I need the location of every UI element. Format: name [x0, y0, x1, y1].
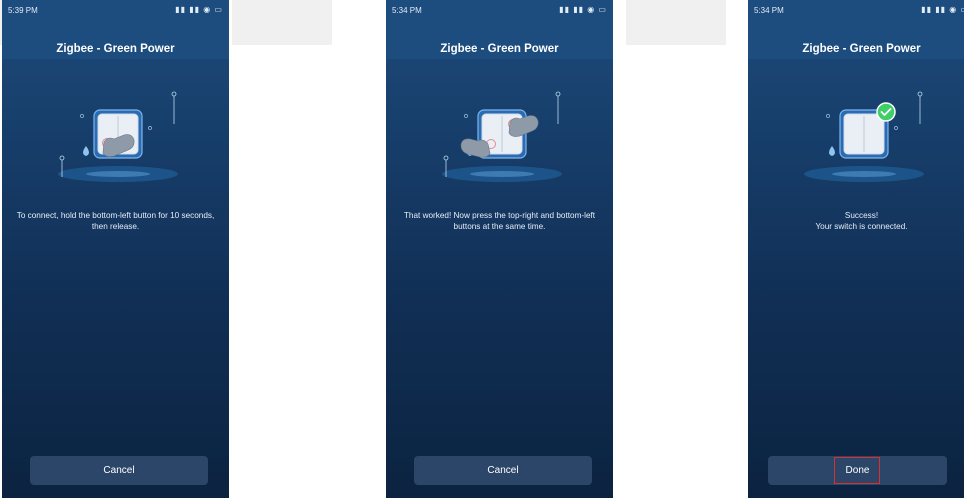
page-title: Zigbee - Green Power [802, 43, 921, 55]
status-icons: ▮▮ ▮▮ ◉ ▭ [559, 5, 607, 14]
instruction-text: Success! Your switch is connected. [815, 211, 908, 231]
page-title: Zigbee - Green Power [56, 43, 175, 55]
platform-core [86, 171, 150, 177]
wall-switch-illustration [58, 91, 178, 182]
platform-core [470, 171, 534, 177]
wall-switch-illustration [804, 91, 924, 182]
sparkle-dot [894, 126, 898, 130]
droplet-icon [829, 146, 835, 156]
instruction-text: That worked! Now press the top-right and… [403, 211, 596, 231]
watermark-shape [232, 0, 332, 45]
status-icons: ▮▮ ▮▮ ◉ ▭ [175, 5, 223, 14]
droplet-icon [83, 146, 89, 156]
phone-screen-step-3: 5:34 PM ▮▮ ▮▮ ◉ ▭ Zigbee - Green Power S… [748, 0, 964, 498]
sparkle-dot [80, 114, 84, 118]
status-time: 5:34 PM [754, 6, 784, 15]
cancel-button[interactable]: Cancel [414, 456, 592, 485]
wall-switch-illustration [442, 91, 562, 182]
done-highlight-outline [834, 457, 880, 484]
status-bar: 5:34 PM ▮▮ ▮▮ ◉ ▭ [748, 0, 964, 24]
checkmark-badge-icon [876, 102, 896, 122]
antenna-icon [917, 91, 923, 124]
sparkle-dot [826, 114, 830, 118]
cancel-button[interactable]: Cancel [30, 456, 208, 485]
antenna-icon [555, 91, 561, 124]
phone-screen-step-2: 5:34 PM ▮▮ ▮▮ ◉ ▭ Zigbee - Green Power T… [386, 0, 613, 498]
status-bar: 5:34 PM ▮▮ ▮▮ ◉ ▭ [386, 0, 613, 24]
antenna-icon [171, 91, 177, 124]
status-time: 5:34 PM [392, 6, 422, 15]
status-icons: ▮▮ ▮▮ ◉ ▭ [921, 5, 964, 14]
sparkle-dot [148, 126, 152, 130]
phone-screen-step-1: 5:39 PM ▮▮ ▮▮ ◉ ▭ Zigbee - Green Power T… [2, 0, 229, 498]
instruction-text: To connect, hold the bottom-left button … [16, 211, 215, 231]
status-time: 5:39 PM [8, 6, 38, 15]
platform-core [832, 171, 896, 177]
sparkle-dot [464, 114, 468, 118]
page-title: Zigbee - Green Power [440, 43, 559, 55]
watermark-shape [626, 0, 726, 45]
status-bar: 5:39 PM ▮▮ ▮▮ ◉ ▭ [2, 0, 229, 24]
hand-pointer-icon [508, 115, 539, 137]
hand-pointer-icon [460, 138, 491, 158]
